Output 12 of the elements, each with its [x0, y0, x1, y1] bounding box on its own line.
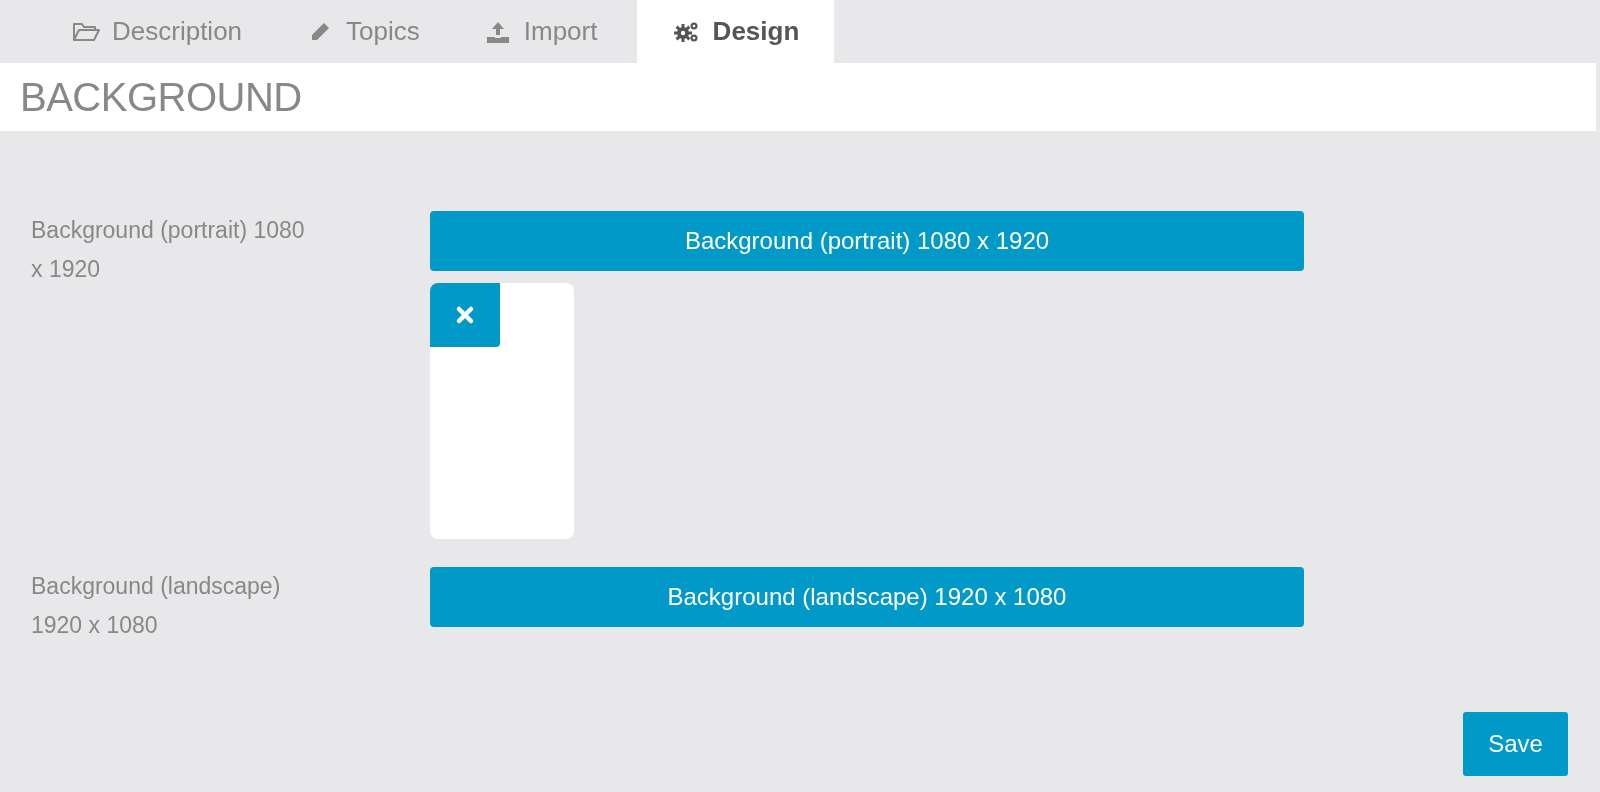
save-button[interactable]: Save — [1463, 712, 1568, 776]
tab[interactable]: Design — [637, 0, 835, 63]
upload-button[interactable]: Background (landscape) 1920 x 1080 — [430, 567, 1304, 627]
upload-button[interactable]: Background (portrait) 1080 x 1920 — [430, 211, 1304, 271]
field-label: Background (landscape) 1920 x 1080 — [30, 572, 282, 640]
tab[interactable]: Import — [451, 0, 630, 63]
remove-button[interactable] — [430, 283, 500, 347]
field-label: Background (portrait) 1080 x 1920 — [30, 216, 306, 284]
tab[interactable]: Topics — [274, 0, 452, 63]
section-title: BACKGROUND — [20, 74, 302, 120]
tab[interactable]: Description — [40, 0, 275, 63]
close-icon — [455, 305, 475, 325]
